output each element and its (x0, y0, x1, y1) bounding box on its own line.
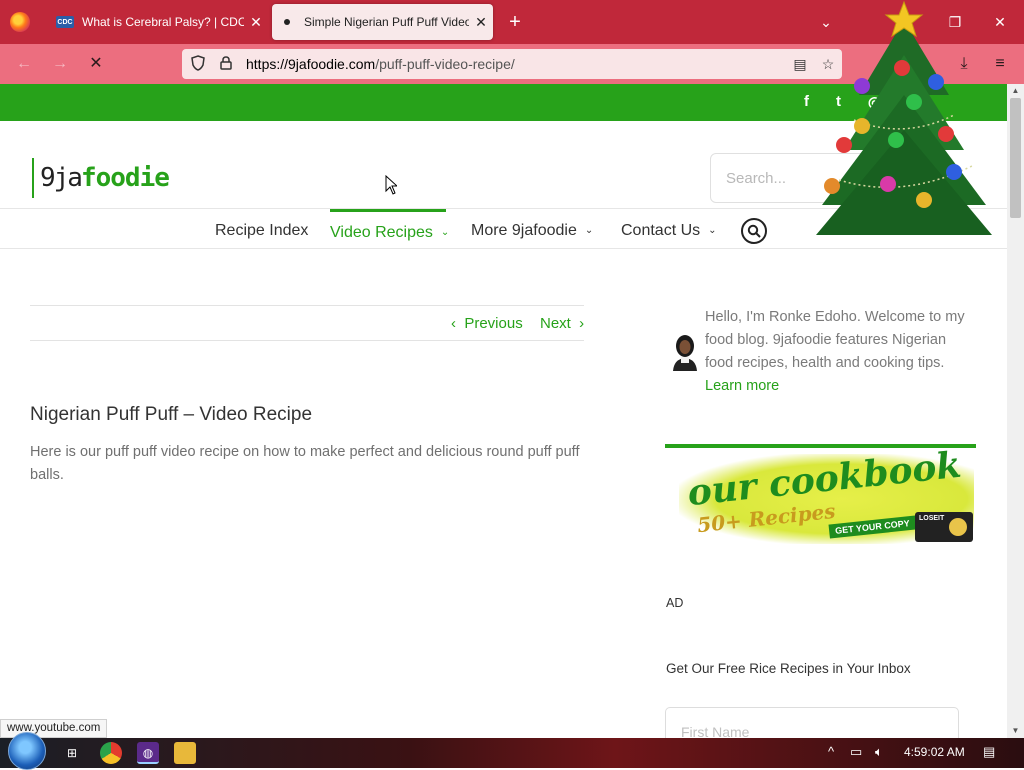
tab-title: Simple Nigerian Puff Puff Video (304, 15, 469, 29)
cookbook-thumbnail: LOSEIT (915, 512, 973, 542)
plate-icon (949, 518, 967, 536)
firefox-menu-icon[interactable] (10, 12, 30, 32)
chevron-down-icon: ⌄ (708, 225, 717, 236)
volume-icon[interactable]: 🔈︎ (875, 744, 883, 760)
tab-puff-puff[interactable]: Simple Nigerian Puff Puff Video ✕ (272, 4, 493, 40)
post-intro: Here is our puff puff video recipe on ho… (30, 444, 580, 483)
show-hidden-icons-icon[interactable]: ^ (828, 744, 834, 759)
network-icon[interactable]: ▭ (850, 744, 862, 760)
chevron-down-icon: ⌄ (440, 227, 450, 238)
tab-cerebral-palsy[interactable]: CDC What is Cerebral Palsy? | CDC ✕ (44, 4, 268, 40)
site-logo[interactable]: 9ja foodie (32, 158, 170, 198)
forward-arrow-icon[interactable]: → (48, 52, 72, 76)
scroll-down-icon[interactable]: ▼ (1007, 724, 1024, 738)
start-button-icon[interactable] (8, 732, 46, 770)
close-tab-icon[interactable]: ✕ (469, 14, 493, 31)
back-arrow-icon[interactable]: ← (12, 52, 36, 76)
post-navigation: ‹ Previous Next › (30, 305, 584, 341)
nav-recipe-index[interactable]: Recipe Index (215, 209, 308, 249)
facebook-icon[interactable]: f (804, 93, 809, 110)
scroll-up-icon[interactable]: ▲ (1007, 84, 1024, 98)
first-name-field[interactable]: First Name (665, 707, 959, 738)
christmas-tree-icon (816, 0, 992, 235)
tab-title: What is Cerebral Palsy? | CDC (82, 15, 244, 29)
task-view-icon[interactable]: ⊞ (61, 742, 83, 764)
url-text[interactable]: https://9jafoodie.com/puff-puff-video-re… (246, 56, 786, 72)
author-avatar (670, 333, 700, 371)
reader-view-icon[interactable]: ▤ (786, 56, 814, 73)
mouse-cursor-icon (385, 175, 397, 195)
nav-video-recipes[interactable]: Video Recipes ⌄ (330, 209, 450, 249)
new-tab-button[interactable]: + (503, 10, 527, 34)
post-title: Nigerian Puff Puff – Video Recipe (30, 404, 313, 425)
chevron-down-icon: ⌄ (584, 225, 594, 236)
stop-loading-icon[interactable]: ✕ (84, 52, 108, 76)
notifications-icon[interactable]: ▤ (983, 744, 995, 760)
lock-icon[interactable] (212, 55, 240, 73)
learn-more-link[interactable]: Learn more (705, 375, 977, 398)
chrome-icon[interactable] (100, 742, 122, 764)
cookbook-banner[interactable]: our cookbook 50+ Recipes GET YOUR COPY L… (665, 444, 976, 548)
nav-contact-us[interactable]: Contact Us ⌄ (621, 209, 717, 249)
close-tab-icon[interactable]: ✕ (244, 14, 268, 31)
tracking-shield-icon[interactable] (184, 54, 212, 74)
newsletter-heading: Get Our Free Rice Recipes in Your Inbox (666, 661, 911, 676)
nav-more-9jafoodie[interactable]: More 9jafoodie ⌄ (471, 209, 593, 249)
windows-taskbar: ⊞ ◍ ^ ▭ 🔈︎ 4:59:02 AM ▤ (0, 732, 1024, 770)
next-post-link[interactable]: Next › (540, 315, 584, 332)
firefox-taskbar-icon[interactable]: ◍ (137, 742, 159, 764)
file-explorer-icon[interactable] (174, 742, 196, 764)
previous-post-link[interactable]: ‹ Previous (451, 315, 523, 332)
system-clock[interactable]: 4:59:02 AM (904, 745, 965, 759)
cdc-favicon-icon: CDC (56, 16, 74, 28)
address-bar[interactable]: https://9jafoodie.com/puff-puff-video-re… (182, 49, 842, 79)
page-scrollbar[interactable]: ▲ ▼ (1007, 84, 1024, 738)
ad-label: AD (666, 596, 684, 610)
scrollbar-thumb[interactable] (1010, 98, 1021, 218)
author-bio: Hello, I'm Ronke Edoho. Welcome to my fo… (705, 306, 977, 398)
loading-favicon-icon (284, 19, 290, 25)
search-icon[interactable] (741, 218, 767, 244)
